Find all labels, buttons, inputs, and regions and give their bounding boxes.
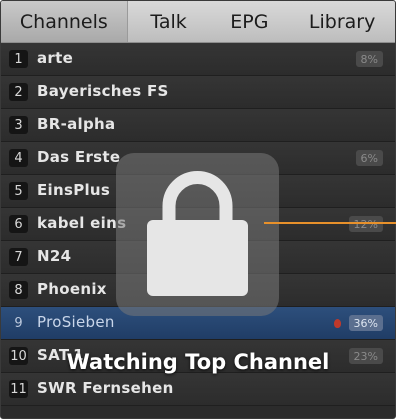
channel-name: EinsPlus [37, 181, 111, 199]
channel-number: 4 [9, 149, 28, 167]
top-channel-marker-icon [334, 319, 341, 328]
overlay-caption: Watching Top Channel [66, 350, 330, 374]
channel-number: 6 [9, 215, 28, 233]
channel-name: kabel eins [37, 214, 127, 232]
channel-name: ProSieben [37, 313, 115, 331]
channel-name: N24 [37, 247, 72, 265]
channel-number: 1 [9, 50, 28, 68]
tab-channels[interactable]: Channels [1, 1, 128, 42]
channel-number: 7 [9, 248, 28, 266]
channel-number: 8 [9, 281, 28, 299]
channel-name: Phoenix [37, 280, 107, 298]
callout-pointer-line [264, 222, 396, 224]
channel-name: SWR Fernsehen [37, 379, 174, 397]
tab-bar: Channels Talk EPG Library [1, 1, 395, 43]
channel-row[interactable]: 1 arte 8% [1, 43, 395, 76]
channel-number: 3 [9, 116, 28, 134]
channel-row[interactable]: 2 Bayerisches FS [1, 76, 395, 109]
channel-name: Das Erste [37, 148, 121, 166]
tab-talk[interactable]: Talk [128, 1, 210, 42]
viewer-percent-badge: 36% [348, 315, 383, 331]
viewer-percent-badge: 12% [348, 216, 383, 232]
channel-name: arte [37, 49, 74, 67]
channel-row[interactable]: 11 SWR Fernsehen [1, 373, 395, 406]
viewer-percent-badge: 8% [355, 51, 383, 67]
channel-name: Bayerisches FS [37, 82, 169, 100]
channel-name: BR-alpha [37, 115, 116, 133]
channel-row[interactable]: 3 BR-alpha [1, 109, 395, 142]
lock-icon [147, 171, 248, 296]
tab-library[interactable]: Library [289, 1, 395, 42]
channel-number: 9 [14, 315, 23, 331]
channel-number: 11 [9, 380, 28, 398]
channel-number: 2 [9, 83, 28, 101]
tab-epg[interactable]: EPG [209, 1, 289, 42]
viewer-percent-badge: 6% [355, 150, 383, 166]
channel-number: 5 [9, 182, 28, 200]
